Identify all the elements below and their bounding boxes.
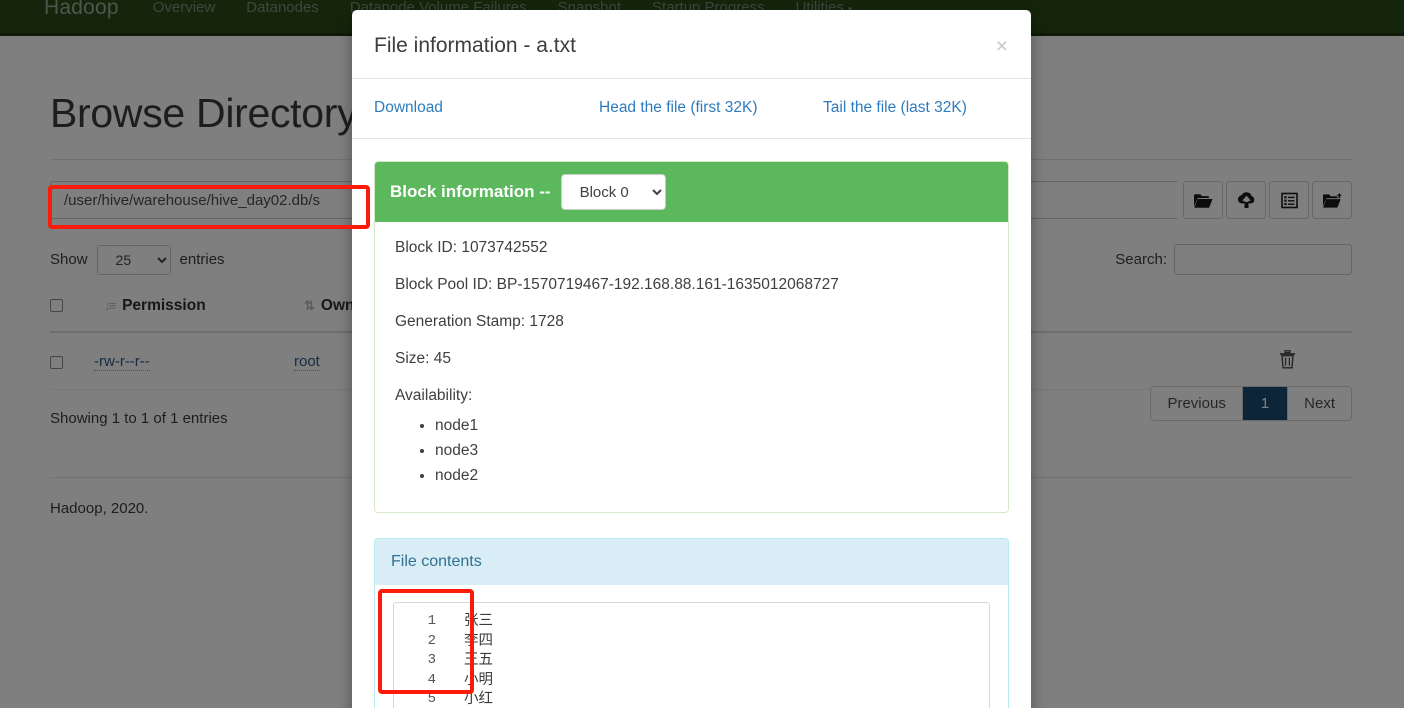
line-text: 李四 [464, 632, 493, 649]
availability-label: Availability: [395, 387, 473, 404]
line-text: 张三 [464, 613, 493, 629]
block-information-body: Block ID: 1073742552 Block Pool ID: BP-1… [375, 222, 1008, 512]
line-text: 小红 [464, 691, 493, 707]
block-select[interactable]: Block 0 [560, 174, 666, 210]
file-contents-panel: File contents 1 张三 2 李四 3 王五 4 小明 5 小红 [374, 538, 1009, 708]
line-number: 3 [427, 652, 436, 668]
line-number: 5 [427, 691, 436, 707]
file-contents-heading: File contents [375, 539, 1008, 585]
head-file-link-wrap: Head the file (first 32K) [599, 99, 823, 117]
close-icon[interactable]: × [992, 32, 1012, 61]
code-line: 5 小红 [394, 690, 989, 708]
file-information-modal: File information - a.txt × Download Head… [352, 10, 1031, 708]
line-text: 王五 [464, 652, 493, 668]
tail-file-link[interactable]: Tail the file (last 32K) [823, 99, 967, 116]
block-information-header: Block information -- Block 0 [375, 162, 1008, 222]
list-item: node2 [435, 467, 988, 485]
availability-list: node1 node3 node2 [395, 417, 988, 485]
block-information-panel: Block information -- Block 0 Block ID: 1… [374, 161, 1009, 513]
modal-title: File information - a.txt [374, 34, 576, 57]
download-link[interactable]: Download [374, 99, 443, 116]
block-pool-id: Block Pool ID: BP-1570719467-192.168.88.… [395, 276, 839, 293]
generation-stamp: Generation Stamp: 1728 [395, 313, 564, 330]
tail-file-link-wrap: Tail the file (last 32K) [823, 99, 967, 117]
file-contents-body: 1 张三 2 李四 3 王五 4 小明 5 小红 [375, 585, 1008, 708]
block-id: Block ID: 1073742552 [395, 239, 548, 256]
block-size: Size: 45 [395, 350, 452, 367]
list-item: node3 [435, 442, 988, 460]
code-line: 3 王五 [394, 651, 989, 671]
modal-action-links: Download Head the file (first 32K) Tail … [352, 79, 1031, 139]
head-file-link[interactable]: Head the file (first 32K) [599, 99, 758, 116]
file-contents-code[interactable]: 1 张三 2 李四 3 王五 4 小明 5 小红 [393, 602, 990, 708]
screen: Hadoop Overview Datanodes Datanode Volum… [0, 0, 1404, 708]
download-link-wrap: Download [374, 99, 599, 117]
line-number: 2 [427, 632, 436, 649]
code-line: 2 李四 [394, 632, 989, 652]
line-text: 小明 [464, 671, 493, 688]
modal-header: File information - a.txt × [352, 10, 1031, 79]
code-line: 4 小明 [394, 671, 989, 691]
list-item: node1 [435, 417, 988, 435]
block-information-heading: Block information -- [390, 182, 551, 201]
line-number: 1 [427, 613, 436, 629]
code-line: 1 张三 [394, 612, 989, 632]
modal-body: Block information -- Block 0 Block ID: 1… [352, 139, 1031, 708]
line-number: 4 [427, 671, 436, 688]
